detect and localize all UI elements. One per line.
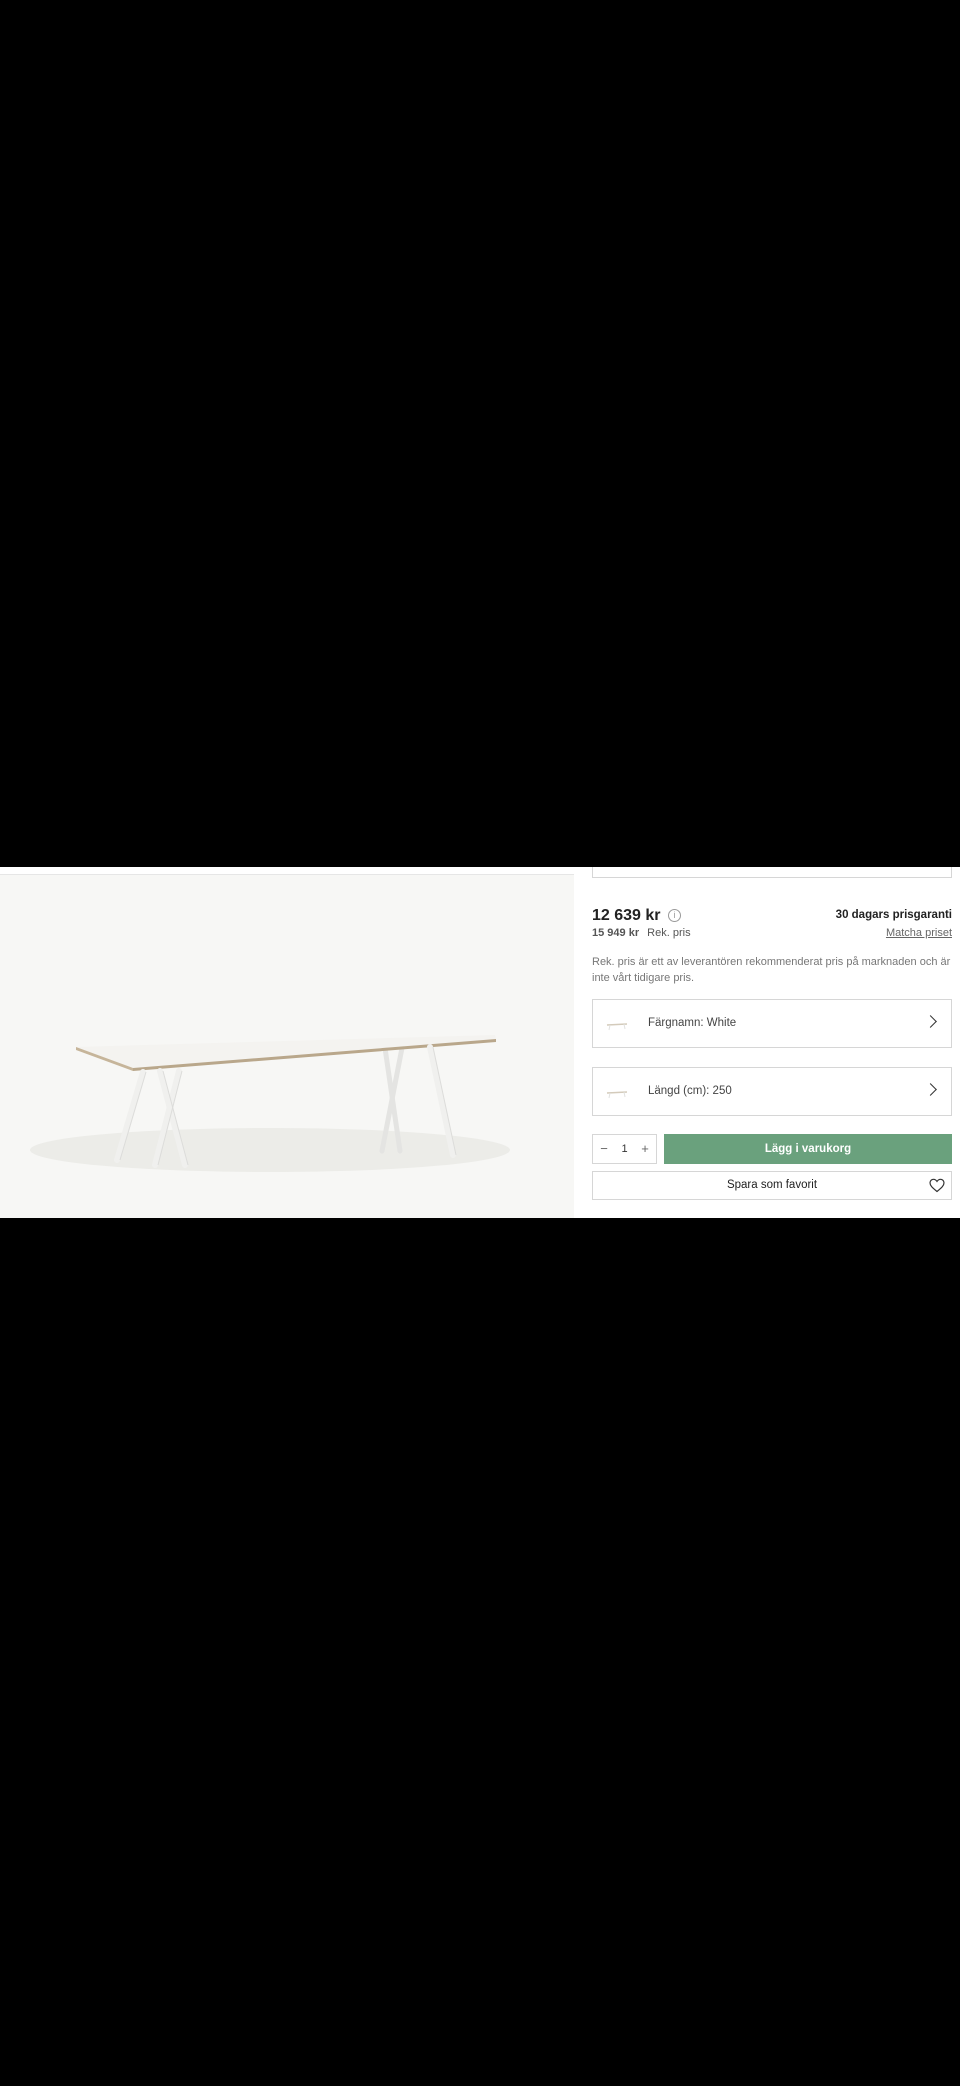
price-note: Rek. pris är ett av leverantören rekomme…: [592, 956, 951, 984]
add-to-cart-button[interactable]: Lägg i varukorg: [664, 1134, 952, 1164]
save-favorite-button[interactable]: Spara som favorit: [592, 1171, 952, 1200]
product-band: 12 639 kr i 15 949 kr Rek. pris 30 dagar…: [0, 867, 960, 1218]
heart-icon: [929, 1178, 945, 1193]
recommended-price: 15 949 kr: [592, 927, 640, 939]
option-length-label: Längd (cm): 250: [648, 1085, 732, 1097]
price: 12 639 kr: [592, 907, 661, 924]
option-color-label: Färgnamn: White: [648, 1017, 737, 1029]
option-length[interactable]: Längd (cm): 250: [592, 1067, 952, 1116]
recommended-price-row: 15 949 kr Rek. pris: [592, 927, 691, 939]
color-thumbnail: [606, 1023, 628, 1031]
length-thumbnail: [606, 1091, 628, 1099]
plus-icon[interactable]: +: [636, 1135, 654, 1163]
price-guarantee: 30 dagars prisgaranti: [835, 909, 952, 921]
previous-field-edge: [592, 867, 952, 878]
quantity-stepper[interactable]: − 1 +: [592, 1134, 657, 1164]
option-color[interactable]: Färgnamn: White: [592, 999, 952, 1048]
minus-icon[interactable]: −: [595, 1135, 613, 1163]
recommended-label: Rek. pris: [647, 927, 691, 939]
info-icon[interactable]: i: [668, 909, 681, 922]
save-favorite-label: Spara som favorit: [726, 1179, 818, 1191]
product-image[interactable]: [0, 875, 574, 1218]
table-illustration: [30, 1035, 510, 1172]
chevron-right-icon: [924, 1015, 937, 1028]
quantity-value[interactable]: 1: [613, 1135, 636, 1163]
chevron-right-icon: [924, 1083, 937, 1096]
match-price-link[interactable]: Matcha priset: [886, 927, 952, 939]
